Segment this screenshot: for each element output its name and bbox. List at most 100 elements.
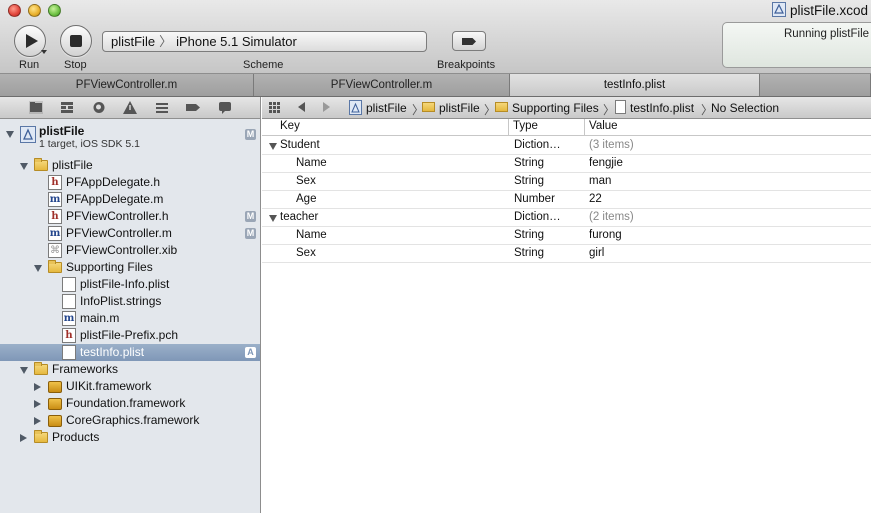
column-header-value[interactable]: Value [589,120,618,132]
navigator-item[interactable]: ⌘ PFViewController.xib [0,242,260,259]
navigator-item[interactable]: Supporting Files [0,259,260,276]
navigator-item[interactable]: plistFile-Info.plist [0,276,260,293]
column-divider[interactable] [584,119,585,136]
plist-type[interactable]: String [514,157,544,169]
stop-label: Stop [64,59,87,71]
scheme-destination[interactable]: iPhone 5.1 Simulator [176,34,297,49]
plist-value[interactable]: furong [589,229,622,241]
log-navigator-icon[interactable] [218,101,232,114]
jump-bar-project[interactable]: plistFile [366,101,407,115]
navigator-item[interactable]: m main.m [0,310,260,327]
zoom-window-button[interactable] [48,4,61,17]
navigator-item[interactable]: h PFViewController.h M [0,208,260,225]
debug-navigator-icon[interactable] [155,101,169,114]
navigator-item[interactable]: h PFAppDelegate.h [0,174,260,191]
tab-empty[interactable] [760,74,871,96]
activity-status: Running plistFile [784,28,870,40]
run-button[interactable] [14,25,47,57]
xcode-project-icon [20,126,36,143]
disclosure-open-icon[interactable] [20,163,28,170]
plist-key[interactable]: Name [296,157,327,169]
header-file-icon: h [48,209,62,224]
plist-key[interactable]: teacher [280,211,318,223]
navigator-item[interactable]: m PFViewController.m M [0,225,260,242]
disclosure-open-icon[interactable] [20,367,28,374]
disclosure-closed-icon[interactable] [20,434,27,442]
plist-value[interactable]: girl [589,247,604,259]
scheme-popup[interactable]: plistFile 〉 iPhone 5.1 Simulator [102,31,427,52]
forward-arrow-icon[interactable] [323,102,330,112]
stop-button[interactable] [60,25,92,57]
plist-row[interactable]: Name String furong [262,227,871,245]
plist-type[interactable]: Diction… [514,139,561,151]
close-window-button[interactable] [8,4,21,17]
navigator-item[interactable]: CoreGraphics.framework [0,412,260,429]
column-header-key[interactable]: Key [280,120,300,132]
tab-pfviewcontroller-m-1[interactable]: PFViewController.m [0,74,254,96]
plist-value[interactable]: fengjie [589,157,623,169]
scheme-target[interactable]: plistFile [111,34,155,49]
breakpoint-navigator-icon[interactable] [186,101,200,114]
plist-row[interactable]: Age Number 22 [262,191,871,209]
plist-key[interactable]: Student [280,139,320,151]
navigator-item[interactable]: InfoPlist.strings [0,293,260,310]
disclosure-closed-icon[interactable] [34,417,41,425]
navigator-item[interactable]: Frameworks [0,361,260,378]
plist-row[interactable]: Name String fengjie [262,155,871,173]
navigator-item[interactable]: testInfo.plist A [0,344,260,361]
tab-pfviewcontroller-m-2[interactable]: PFViewController.m [254,74,510,96]
back-arrow-icon[interactable] [298,102,305,112]
issue-navigator-icon[interactable] [123,101,137,114]
navigator-item[interactable]: h plistFile-Prefix.pch [0,327,260,344]
jump-bar-group[interactable]: plistFile [439,101,480,115]
navigator-item-label: Supporting Files [66,260,153,274]
breakpoint-icon [462,38,476,45]
scheme-label: Scheme [243,59,284,71]
plist-key[interactable]: Name [296,229,327,241]
plist-type[interactable]: String [514,247,544,259]
disclosure-closed-icon[interactable] [34,400,41,408]
plist-value[interactable]: 22 [589,193,602,205]
jump-bar-file[interactable]: testInfo.plist [630,101,694,115]
plist-row[interactable]: Student Diction… (3 items) [262,137,871,155]
navigator-item-label: UIKit.framework [66,379,152,393]
symbol-navigator-icon[interactable] [60,101,74,114]
navigator-item[interactable]: m PFAppDelegate.m [0,191,260,208]
plist-row[interactable]: Sex String girl [262,245,871,263]
implementation-file-icon: m [48,192,62,207]
navigator-item[interactable]: UIKit.framework [0,378,260,395]
strings-file-icon [62,294,76,309]
column-header-type[interactable]: Type [513,120,538,132]
plist-value[interactable]: man [589,175,611,187]
project-root[interactable]: plistFile 1 target, iOS SDK 5.1 M [0,123,260,153]
disclosure-open-icon[interactable] [6,131,14,138]
navigator-item[interactable]: plistFile [0,157,260,174]
plist-row[interactable]: teacher Diction… (2 items) [262,209,871,227]
plist-type[interactable]: Number [514,193,555,205]
disclosure-open-icon[interactable] [34,265,42,272]
plist-row[interactable]: Sex String man [262,173,871,191]
tab-testinfo-plist[interactable]: testInfo.plist [510,74,760,96]
jump-bar-supporting-files[interactable]: Supporting Files [512,101,599,115]
plist-key[interactable]: Age [296,193,316,205]
navigator-item[interactable]: Foundation.framework [0,395,260,412]
plist-key[interactable]: Sex [296,247,316,259]
related-items-icon[interactable] [269,102,280,113]
plist-value[interactable]: (2 items) [589,211,634,223]
folder-icon [34,430,48,443]
plist-value[interactable]: (3 items) [589,139,634,151]
jump-bar-selection[interactable]: No Selection [711,101,779,115]
disclosure-closed-icon[interactable] [34,383,41,391]
project-navigator-icon[interactable] [29,101,43,114]
column-divider[interactable] [508,119,509,136]
plist-type[interactable]: String [514,229,544,241]
disclosure-open-icon[interactable] [269,215,277,222]
disclosure-open-icon[interactable] [269,143,277,150]
navigator-item[interactable]: Products [0,429,260,446]
plist-type[interactable]: Diction… [514,211,561,223]
plist-type[interactable]: String [514,175,544,187]
minimize-window-button[interactable] [28,4,41,17]
breakpoints-button[interactable] [452,31,486,51]
plist-key[interactable]: Sex [296,175,316,187]
search-navigator-icon[interactable] [92,101,106,114]
